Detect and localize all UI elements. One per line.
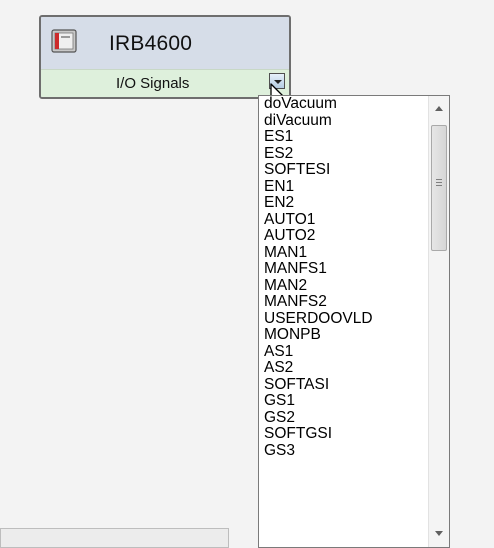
scroll-thumb[interactable] bbox=[431, 125, 447, 251]
signal-list-item[interactable]: diVacuum bbox=[264, 112, 427, 130]
grip-line bbox=[436, 182, 442, 183]
grip-line bbox=[436, 185, 442, 186]
signal-list-item[interactable]: USERDOOVLD bbox=[264, 310, 427, 328]
signal-list-items: doVacuum diVacuum ES1 ES2 SOFTESI EN1 EN2 AUTO1… bbox=[264, 96, 427, 459]
signal-list-item[interactable]: ES1 bbox=[264, 128, 427, 146]
signal-list-item[interactable]: ES2 bbox=[264, 145, 427, 163]
io-signals-label: I/O Signals bbox=[116, 75, 190, 92]
signal-list-item[interactable]: GS2 bbox=[264, 409, 427, 427]
canvas: IRB4600 I/O Signals doVacuum diVacuum ES1 E… bbox=[0, 0, 494, 548]
signal-list-item[interactable]: MAN2 bbox=[264, 277, 427, 295]
block-header: IRB4600 bbox=[41, 17, 289, 69]
robot-controller-block[interactable]: IRB4600 I/O Signals bbox=[39, 15, 291, 99]
signal-dropdown-list[interactable]: doVacuum diVacuum ES1 ES2 SOFTESI EN1 EN2 AUTO1… bbox=[258, 95, 450, 548]
grip-line bbox=[436, 179, 442, 180]
vertical-scrollbar[interactable] bbox=[428, 96, 449, 547]
robot-title: IRB4600 bbox=[109, 32, 193, 55]
signal-list-item[interactable]: EN2 bbox=[264, 194, 427, 212]
signal-list-item[interactable]: doVacuum bbox=[264, 96, 427, 113]
signal-list-item[interactable]: AUTO2 bbox=[264, 227, 427, 245]
signal-list-item[interactable]: MAN1 bbox=[264, 244, 427, 262]
signal-list-item[interactable]: MANFS1 bbox=[264, 260, 427, 278]
signal-list-item[interactable]: SOFTASI bbox=[264, 376, 427, 394]
signal-list-item[interactable]: GS3 bbox=[264, 442, 427, 460]
signal-list-item[interactable]: AUTO1 bbox=[264, 211, 427, 229]
signal-list-item[interactable]: SOFTESI bbox=[264, 161, 427, 179]
signal-list-item[interactable]: SOFTGSI bbox=[264, 425, 427, 443]
scroll-down-arrow-icon[interactable] bbox=[429, 525, 449, 543]
signal-list-item[interactable]: AS1 bbox=[264, 343, 427, 361]
scroll-up-arrow-icon[interactable] bbox=[429, 100, 449, 118]
signal-list-item[interactable]: GS1 bbox=[264, 392, 427, 410]
signal-list-item[interactable]: MANFS2 bbox=[264, 293, 427, 311]
io-signals-bar: I/O Signals bbox=[41, 69, 289, 97]
bottom-panel bbox=[0, 528, 229, 548]
signal-list-item[interactable]: EN1 bbox=[264, 178, 427, 196]
signal-list-item[interactable]: MONPB bbox=[264, 326, 427, 344]
signal-list-item[interactable]: AS2 bbox=[264, 359, 427, 377]
controller-icon bbox=[51, 29, 77, 53]
